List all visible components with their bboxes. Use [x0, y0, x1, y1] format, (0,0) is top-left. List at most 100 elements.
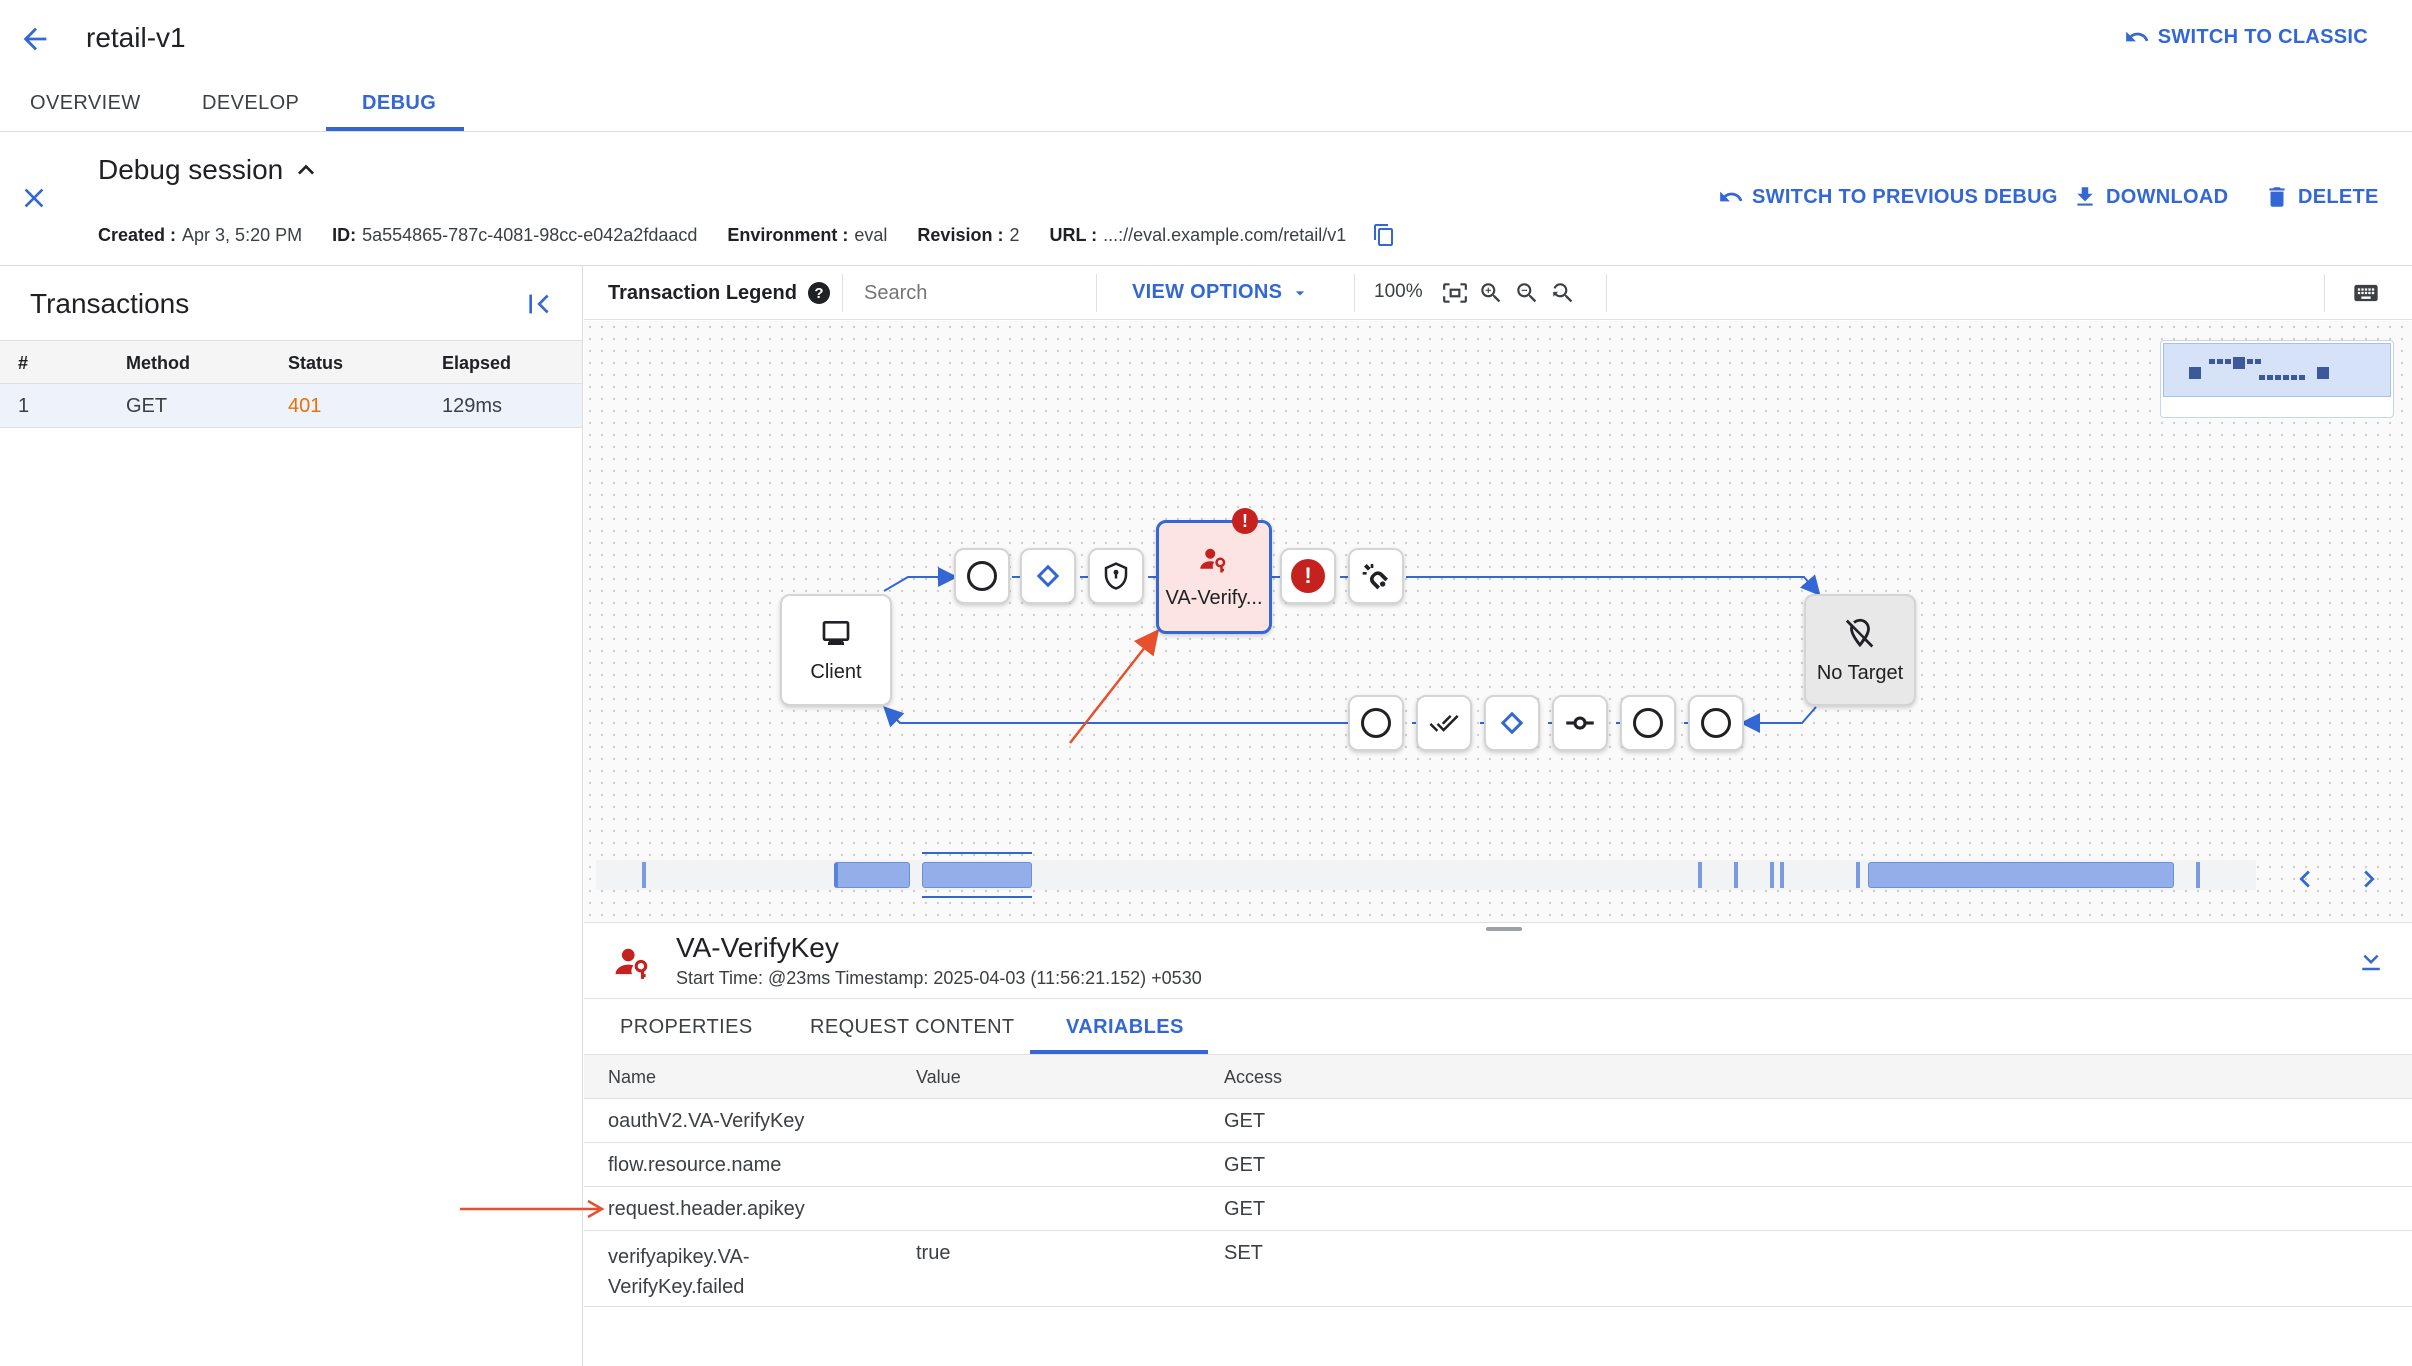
- toolbar-sep-3: [1354, 274, 1355, 312]
- trash-icon: [2269, 187, 2285, 207]
- collapse-session-icon[interactable]: [290, 154, 322, 186]
- undo-icon: [2125, 31, 2149, 42]
- tab-properties[interactable]: PROPERTIES: [620, 1016, 753, 1039]
- chevron-left-icon[interactable]: [2288, 862, 2322, 896]
- session-meta: Created : Apr 3, 5:20 PM ID: 5a554865-78…: [98, 223, 1396, 247]
- detail-header-divider: [584, 998, 2412, 999]
- tab-develop[interactable]: DEVELOP: [202, 92, 299, 115]
- timeline[interactable]: [596, 852, 2256, 898]
- user-key-icon: [1200, 548, 1226, 572]
- tabs-divider: [0, 131, 2412, 132]
- app-title: retail-v1: [86, 22, 186, 53]
- table-row[interactable]: flow.resource.name GET: [584, 1143, 2412, 1187]
- var-access: GET: [1224, 1110, 1266, 1132]
- table-row[interactable]: 1 GET 401 129ms: [0, 384, 582, 428]
- keyboard-icon[interactable]: [2352, 279, 2380, 307]
- error-icon: !: [1291, 559, 1325, 593]
- tab-variables[interactable]: VARIABLES: [1066, 1016, 1184, 1039]
- var-access: GET: [1224, 1198, 1266, 1220]
- fit-screen-icon[interactable]: [1442, 280, 1468, 306]
- flow-step-condition[interactable]: [1020, 548, 1076, 604]
- va-verifykey-node[interactable]: VA-Verify...: [1156, 520, 1272, 634]
- reset-zoom-icon[interactable]: [1550, 280, 1576, 306]
- flow-step-response-5[interactable]: [1620, 695, 1676, 751]
- switch-previous-debug-label: SWITCH TO PREVIOUS DEBUG: [1752, 185, 2058, 208]
- flow-step-response-6[interactable]: [1688, 695, 1744, 751]
- flow-step-security[interactable]: [1088, 548, 1144, 604]
- chevron-right-icon[interactable]: [2352, 862, 2386, 896]
- no-target-node[interactable]: No Target: [1804, 594, 1916, 706]
- col-access: Access: [1224, 1067, 1283, 1087]
- canvas-toolbar: Transaction Legend ? VIEW OPTIONS 100%: [584, 266, 2412, 320]
- timeline-segment[interactable]: [1868, 862, 2174, 888]
- transactions-header-row: # Method Status Elapsed: [0, 340, 582, 384]
- close-session-icon[interactable]: [18, 182, 50, 214]
- shield-icon: [1104, 562, 1128, 590]
- location-off-icon: [1845, 618, 1874, 647]
- timeline-segment[interactable]: [834, 862, 910, 888]
- circle-icon: [1701, 708, 1731, 738]
- zoom-out-icon[interactable]: [1514, 280, 1540, 306]
- col-elapsed: Elapsed: [442, 353, 512, 373]
- tab-request-content[interactable]: REQUEST CONTENT: [810, 1016, 1015, 1039]
- col-num: #: [18, 353, 29, 373]
- switch-previous-debug-button[interactable]: SWITCH TO PREVIOUS DEBUG: [1718, 184, 2058, 210]
- id-label: ID:: [332, 224, 357, 245]
- no-target-label: No Target: [1816, 661, 1904, 684]
- collapse-panel-icon[interactable]: [524, 288, 556, 320]
- help-icon: ?: [807, 282, 830, 304]
- timeline-tick: [642, 862, 646, 888]
- copy-icon[interactable]: [1372, 223, 1396, 247]
- row-num: 1: [18, 395, 30, 417]
- policy-icon: [614, 944, 652, 982]
- search-input[interactable]: [864, 278, 1064, 308]
- circle-icon: [1633, 708, 1663, 738]
- switch-to-classic-label: SWITCH TO CLASSIC: [2157, 25, 2368, 48]
- download-label: DOWNLOAD: [2106, 185, 2229, 208]
- environment-label: Environment :: [727, 224, 849, 245]
- variables-header-row: Name Value Access: [584, 1055, 2412, 1099]
- view-options-button[interactable]: VIEW OPTIONS: [1132, 281, 1310, 304]
- row-method: GET: [126, 395, 168, 417]
- var-value: true: [916, 1242, 951, 1264]
- col-value: Value: [916, 1067, 961, 1087]
- col-status: Status: [288, 353, 344, 373]
- toolbar-sep-1: [842, 274, 843, 312]
- switch-to-classic-button[interactable]: SWITCH TO CLASSIC: [2124, 24, 2368, 50]
- toolbar-sep-2: [1096, 274, 1097, 312]
- timeline-tick: [2196, 862, 2200, 888]
- environment-value: eval: [854, 224, 888, 245]
- row-elapsed: 129ms: [442, 395, 503, 417]
- flow-step-error[interactable]: !: [1280, 548, 1336, 604]
- transaction-legend-button[interactable]: Transaction Legend ?: [608, 281, 831, 305]
- zoom-in-icon[interactable]: [1478, 280, 1504, 306]
- var-name: flow.resource.name: [608, 1154, 782, 1176]
- tab-overview[interactable]: OVERVIEW: [30, 92, 141, 115]
- table-row[interactable]: verifyapikey.VA- VerifyKey.failed true S…: [584, 1231, 2412, 1307]
- circle-icon: [967, 561, 997, 591]
- timeline-tick: [1698, 862, 1702, 888]
- diamond-icon: [1036, 564, 1060, 588]
- client-node[interactable]: Client: [780, 594, 892, 706]
- delete-button[interactable]: DELETE: [2264, 184, 2379, 210]
- table-row[interactable]: request.header.apikey GET: [584, 1187, 2412, 1231]
- flow-step-start[interactable]: [954, 548, 1010, 604]
- flow-step-response-1[interactable]: [1348, 695, 1404, 751]
- timeline-segment[interactable]: [922, 862, 1032, 888]
- tab-debug[interactable]: DEBUG: [362, 92, 436, 115]
- flow-step-response-4[interactable]: [1552, 695, 1608, 751]
- table-row[interactable]: oauthV2.VA-VerifyKey GET: [584, 1099, 2412, 1143]
- created-label: Created :: [98, 224, 177, 245]
- var-name: request.header.apikey: [608, 1198, 805, 1220]
- download-button[interactable]: DOWNLOAD: [2072, 184, 2228, 210]
- collapse-detail-icon[interactable]: [2356, 944, 2386, 974]
- va-verifykey-label: VA-Verify...: [1165, 586, 1263, 609]
- back-arrow-icon[interactable]: [18, 22, 52, 56]
- flow-step-fault[interactable]: [1348, 548, 1404, 604]
- commit-icon: [1566, 716, 1594, 730]
- resize-handle[interactable]: [1486, 927, 1522, 931]
- revision-label: Revision :: [917, 224, 1004, 245]
- row-status: 401: [288, 395, 322, 417]
- flow-step-response-2[interactable]: [1416, 695, 1472, 751]
- flow-step-response-3[interactable]: [1484, 695, 1540, 751]
